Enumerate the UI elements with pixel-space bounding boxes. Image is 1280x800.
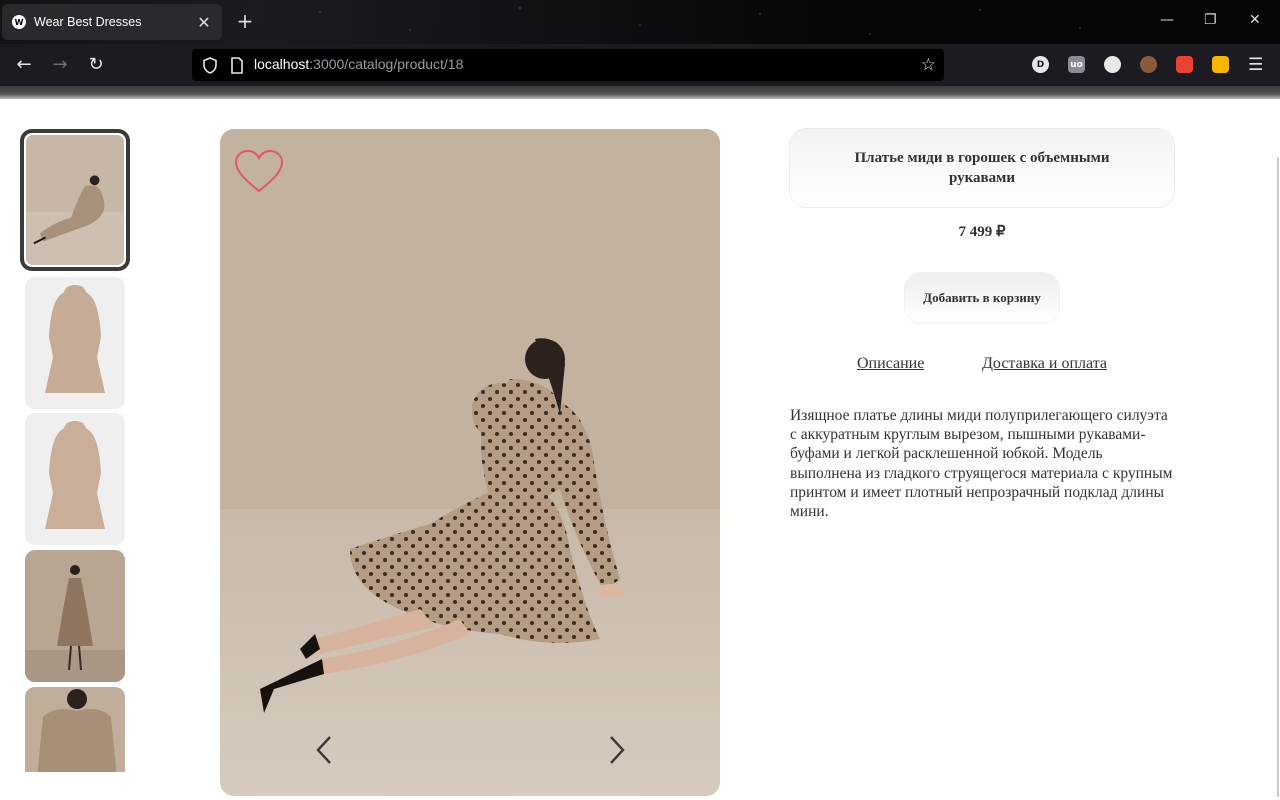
tab-close-icon[interactable]: ✕ [196, 13, 212, 32]
site-favicon-icon: W [12, 15, 26, 29]
thumbnail-3[interactable] [25, 413, 125, 545]
url-text[interactable]: localhost:3000/catalog/product/18 [254, 56, 463, 72]
add-to-cart-button[interactable]: Добавить в корзину [905, 273, 1059, 323]
model-image [220, 129, 720, 796]
product-title: Платье миди в горошек с объемными рукава… [854, 150, 1110, 186]
previous-image-arrow-icon[interactable] [314, 735, 334, 765]
forward-button[interactable]: → [48, 53, 72, 77]
tab-delivery-payment[interactable]: Доставка и оплата [982, 355, 1107, 373]
thumbnail-2[interactable] [25, 277, 125, 409]
address-bar[interactable]: localhost:3000/catalog/product/18 ☆ [192, 49, 944, 81]
gmail-icon[interactable] [1176, 56, 1193, 73]
navigation-toolbar: ← → ↻ localhost:3000/catalog/product/18 … [0, 44, 1280, 86]
product-description: Изящное платье длины миди полуприлегающе… [790, 407, 1173, 521]
favorite-heart-icon[interactable] [234, 149, 284, 195]
browser-tab[interactable]: W Wear Best Dresses ✕ [2, 4, 222, 40]
lightbulb-icon[interactable] [1104, 56, 1121, 73]
thumbnail-1[interactable] [20, 129, 130, 271]
bookmark-star-icon[interactable]: ☆ [921, 55, 936, 75]
cookie-icon[interactable] [1140, 56, 1157, 73]
new-tab-button[interactable]: + [234, 10, 256, 32]
ublock-icon[interactable]: uo [1068, 56, 1085, 73]
hamburger-menu-icon[interactable]: ☰ [1248, 55, 1263, 75]
thumbnail-image-dress-front [25, 277, 125, 409]
thumbnail-5[interactable] [25, 687, 125, 772]
thumbnail-image-seated [26, 135, 124, 265]
tab-strip: W Wear Best Dresses ✕ + — ❐ ✕ [0, 0, 1280, 44]
back-button[interactable]: ← [12, 53, 36, 77]
tab-description[interactable]: Описание [857, 355, 924, 373]
reload-button[interactable]: ↻ [84, 53, 108, 77]
page-icon[interactable] [230, 57, 244, 74]
d-icon[interactable]: D [1032, 56, 1049, 73]
next-image-arrow-icon[interactable] [607, 735, 627, 765]
thumbnail-image-dress-back [25, 413, 125, 545]
browser-chrome: W Wear Best Dresses ✕ + — ❐ ✕ ← → ↻ loca… [0, 0, 1280, 99]
scrollbar-thumb[interactable] [1277, 157, 1279, 797]
thumbnail-4[interactable] [25, 550, 125, 682]
thumbnail-gallery [20, 129, 130, 772]
shield-icon[interactable] [202, 57, 218, 74]
minimize-button[interactable]: — [1160, 12, 1174, 28]
thumbnail-image-standing [25, 550, 125, 682]
close-window-button[interactable]: ✕ [1249, 12, 1261, 28]
keep-icon[interactable] [1212, 56, 1229, 73]
product-title-card: Платье миди в горошек с объемными рукава… [790, 129, 1174, 207]
product-price: 7 499 ₽ [958, 224, 1006, 240]
thumbnail-image-closeup [25, 687, 125, 772]
main-product-photo [220, 129, 720, 796]
tab-title: Wear Best Dresses [34, 15, 142, 29]
restore-button[interactable]: ❐ [1204, 12, 1217, 28]
